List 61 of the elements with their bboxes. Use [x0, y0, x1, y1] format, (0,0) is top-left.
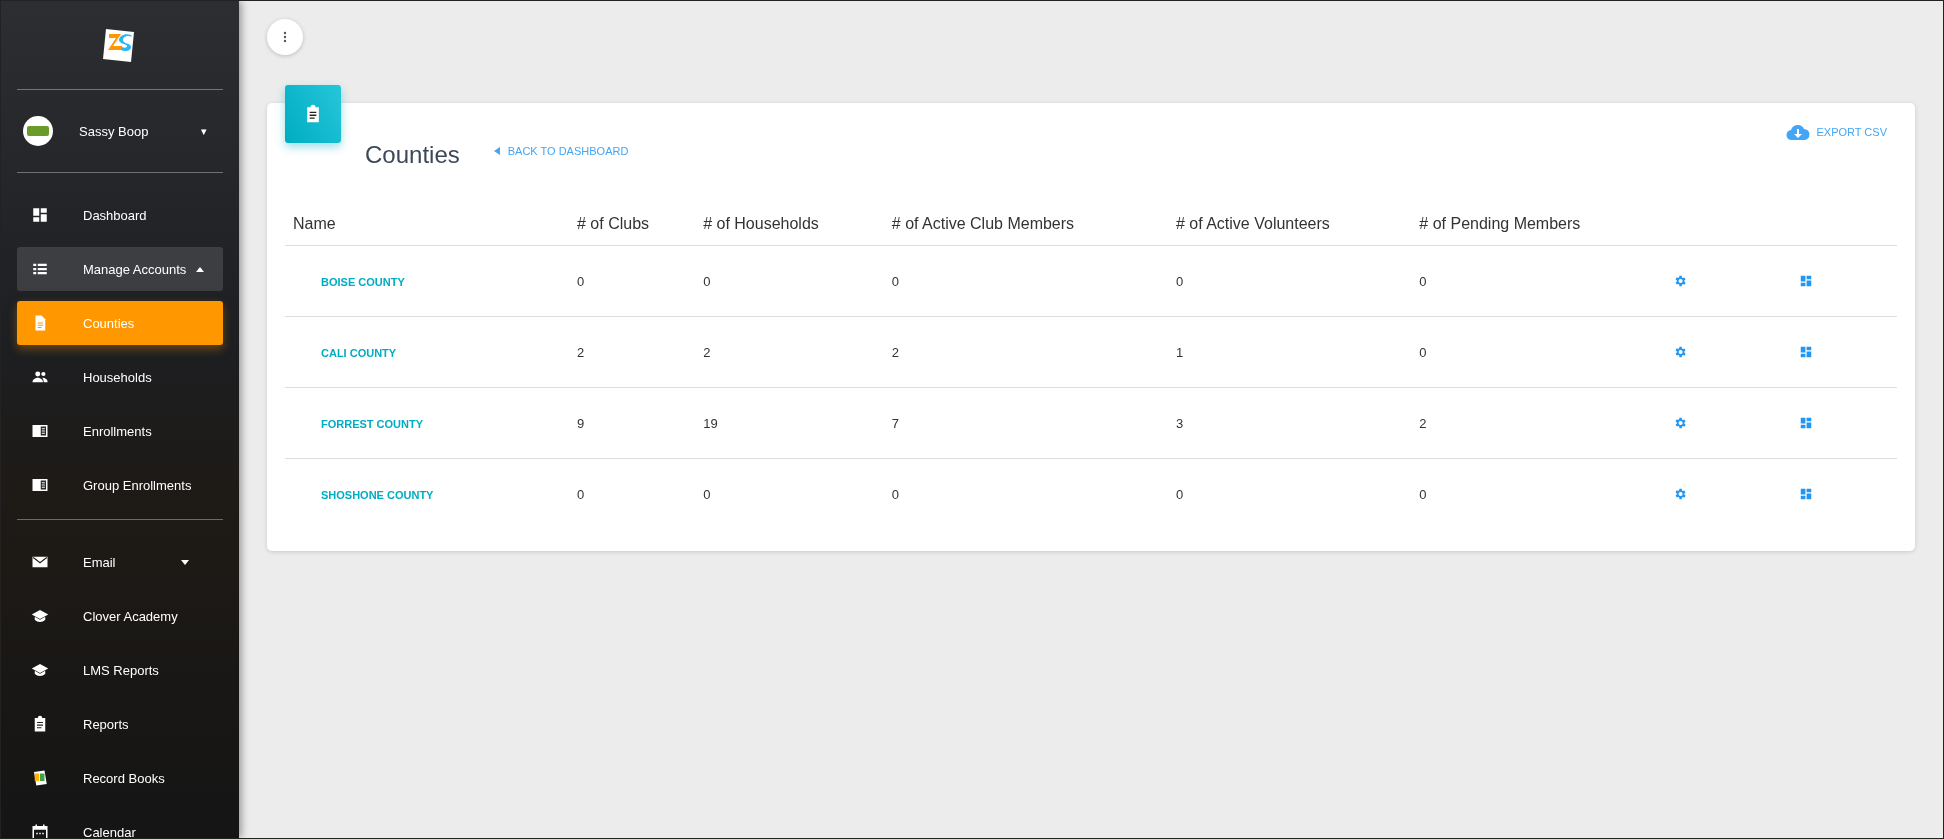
nav-item[interactable]: Record Books	[17, 756, 223, 800]
more-icon	[283, 31, 287, 43]
caret-icon	[181, 559, 189, 565]
dashboard-icon[interactable]	[1799, 274, 1813, 288]
left-triangle-icon	[493, 147, 500, 155]
table-cell: 2	[695, 316, 884, 388]
table-cell: 0	[1167, 458, 1412, 529]
user-avatar[interactable]	[23, 116, 53, 146]
table-cell: 0	[883, 245, 1168, 317]
table-cell: 0	[695, 458, 884, 529]
dashboard-icon[interactable]	[1799, 416, 1813, 430]
table-cell: 2	[883, 316, 1168, 388]
nav-item[interactable]: Group Enrollments	[17, 463, 223, 507]
user-name[interactable]: Sassy Boop	[79, 123, 201, 139]
column-header: Name	[285, 203, 569, 246]
caret-icon	[196, 266, 205, 272]
nav-item[interactable]: Email	[17, 540, 223, 584]
page-title: Counties	[365, 141, 460, 169]
card-icon	[31, 476, 49, 494]
nav-item[interactable]: Calendar	[17, 810, 223, 838]
calendar-icon	[31, 823, 49, 838]
table-cell: 0	[569, 458, 696, 529]
graduation-cap-icon	[31, 661, 49, 679]
table-cell: 19	[695, 387, 884, 459]
nav-item[interactable]: Clover Academy	[17, 594, 223, 638]
table-cell: 9	[569, 387, 696, 459]
table-cell: 0	[1411, 458, 1665, 529]
table-cell: 2	[1411, 387, 1665, 459]
column-header: # of Households	[695, 203, 884, 246]
nav-item[interactable]: Enrollments	[17, 409, 223, 453]
settings-icon[interactable]	[1673, 274, 1687, 288]
table-cell: 2	[569, 316, 696, 388]
caret-icon[interactable]: ▾	[201, 124, 207, 138]
column-header: # of Active Volunteers	[1167, 203, 1412, 246]
table-cell: 0	[1167, 245, 1412, 317]
column-header: # of Pending Members	[1411, 203, 1665, 246]
settings-icon[interactable]	[1673, 416, 1687, 430]
column-header: # of Clubs	[569, 203, 696, 246]
table-cell: 7	[883, 387, 1168, 459]
settings-icon[interactable]	[1673, 487, 1687, 501]
nav-item[interactable]: LMS Reports	[17, 648, 223, 692]
nav-item[interactable]: Reports	[17, 702, 223, 746]
table-cell: 0	[569, 245, 696, 317]
column-header: # of Active Club Members	[883, 203, 1168, 246]
table-cell: 1	[1167, 316, 1412, 388]
nav-item[interactable]: Manage Accounts	[17, 247, 223, 291]
nav-item[interactable]: Dashboard	[17, 193, 223, 237]
nav-item[interactable]: Households	[17, 355, 223, 399]
table-cell: 0	[1411, 245, 1665, 317]
dashboard-icon	[31, 206, 49, 224]
dashboard-icon[interactable]	[1799, 487, 1813, 501]
table-cell: 0	[695, 245, 884, 317]
table-cell: 0	[883, 458, 1168, 529]
settings-icon[interactable]	[1673, 345, 1687, 359]
dashboard-icon[interactable]	[1799, 345, 1813, 359]
card-icon	[31, 422, 49, 440]
graduation-cap-icon	[31, 607, 49, 625]
cloud-download-icon	[1786, 123, 1811, 141]
record-book-icon	[31, 769, 49, 787]
table-cell: 3	[1167, 387, 1412, 459]
table-cell: 0	[1411, 316, 1665, 388]
